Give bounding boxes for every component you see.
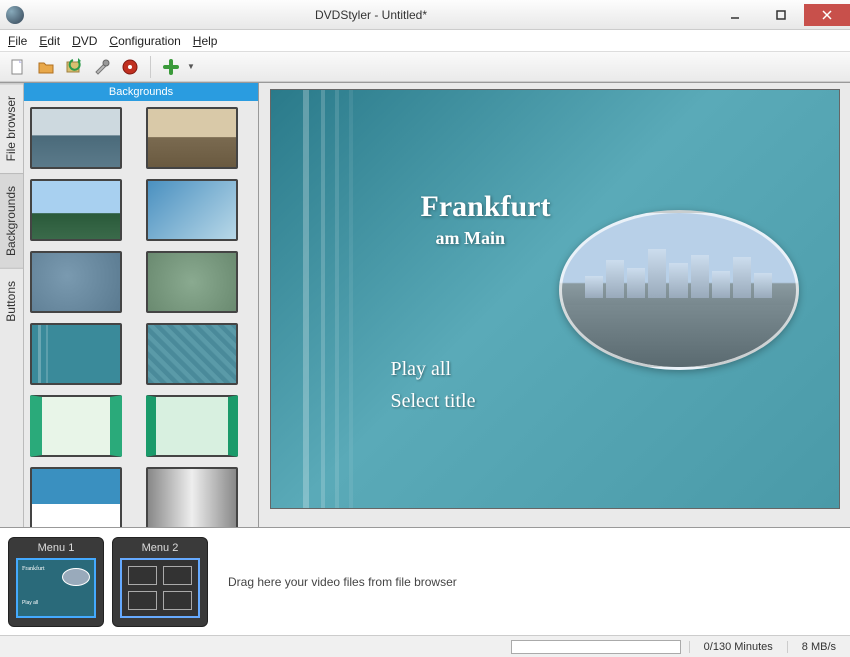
burn-progress [511,640,681,654]
add-dropdown-icon[interactable]: ▼ [187,62,197,71]
status-minutes: 0/130 Minutes [689,641,787,653]
window-controls [712,4,850,26]
backgrounds-panel: Backgrounds [24,83,259,527]
tab-file-browser[interactable]: File browser [0,83,23,173]
toolbar: ▼ [0,52,850,82]
bg-thumb[interactable] [146,107,238,169]
main-area: File browser Backgrounds Buttons Backgro… [0,82,850,527]
menu-preview[interactable]: Frankfurt am Main Play all Select title [270,89,840,509]
maximize-button[interactable] [758,4,804,26]
preview-stripes [303,90,363,508]
bg-thumb[interactable] [30,467,122,527]
preview-title[interactable]: Frankfurt [421,190,551,224]
bg-thumb[interactable] [30,251,122,313]
bg-thumb[interactable] [30,323,122,385]
bg-thumb[interactable] [146,179,238,241]
bg-thumb[interactable] [30,107,122,169]
drop-hint: Drag here your video files from file bro… [216,575,842,589]
bg-thumb[interactable] [30,395,122,457]
toolbar-separator [150,56,151,78]
timeline: Menu 1 Frankfurt Play all Menu 2 Drag he… [0,527,850,635]
save-refresh-button[interactable] [62,55,86,79]
bg-thumb[interactable] [146,395,238,457]
panel-header: Backgrounds [24,83,258,101]
tab-buttons[interactable]: Buttons [0,268,23,334]
preview-subtitle[interactable]: am Main [436,228,506,249]
bg-thumb[interactable] [146,251,238,313]
preview-wrap: Frankfurt am Main Play all Select title [259,83,850,527]
timeline-menu-1[interactable]: Menu 1 Frankfurt Play all [8,537,104,627]
bg-thumb[interactable] [146,467,238,527]
menu-edit[interactable]: Edit [39,34,60,48]
menu-file[interactable]: File [8,34,27,48]
bg-thumb[interactable] [146,323,238,385]
new-file-button[interactable] [6,55,30,79]
menu-configuration[interactable]: Configuration [109,34,180,48]
menu-thumb-preview: Frankfurt Play all [16,558,96,618]
minimize-button[interactable] [712,4,758,26]
menu-thumb-preview [120,558,200,618]
thumbnail-scroll[interactable] [24,101,258,527]
thumbnail-grid [30,107,252,527]
window-title: DVDStyler - Untitled* [30,8,712,22]
menu-bar: File Edit DVD Configuration Help [0,30,850,52]
timeline-menu-2[interactable]: Menu 2 [112,537,208,627]
menu-thumb-label: Menu 1 [38,542,75,554]
menu-help[interactable]: Help [193,34,218,48]
preview-image-oval[interactable] [559,210,799,370]
bg-thumb[interactable] [30,179,122,241]
side-tabs: File browser Backgrounds Buttons [0,83,24,527]
open-folder-button[interactable] [34,55,58,79]
close-button[interactable] [804,4,850,26]
status-bitrate: 8 MB/s [787,641,850,653]
skyline-graphic [585,244,772,298]
burn-disc-button[interactable] [118,55,142,79]
water-graphic [562,305,796,367]
status-bar: 0/130 Minutes 8 MB/s [0,635,850,657]
preview-select-title[interactable]: Select title [391,390,476,413]
title-bar: DVDStyler - Untitled* [0,0,850,30]
tab-backgrounds[interactable]: Backgrounds [0,173,23,268]
settings-button[interactable] [90,55,114,79]
add-button[interactable] [159,55,183,79]
menu-dvd[interactable]: DVD [72,34,97,48]
app-icon [6,6,24,24]
preview-play-all[interactable]: Play all [391,358,452,381]
menu-thumb-label: Menu 2 [142,542,179,554]
